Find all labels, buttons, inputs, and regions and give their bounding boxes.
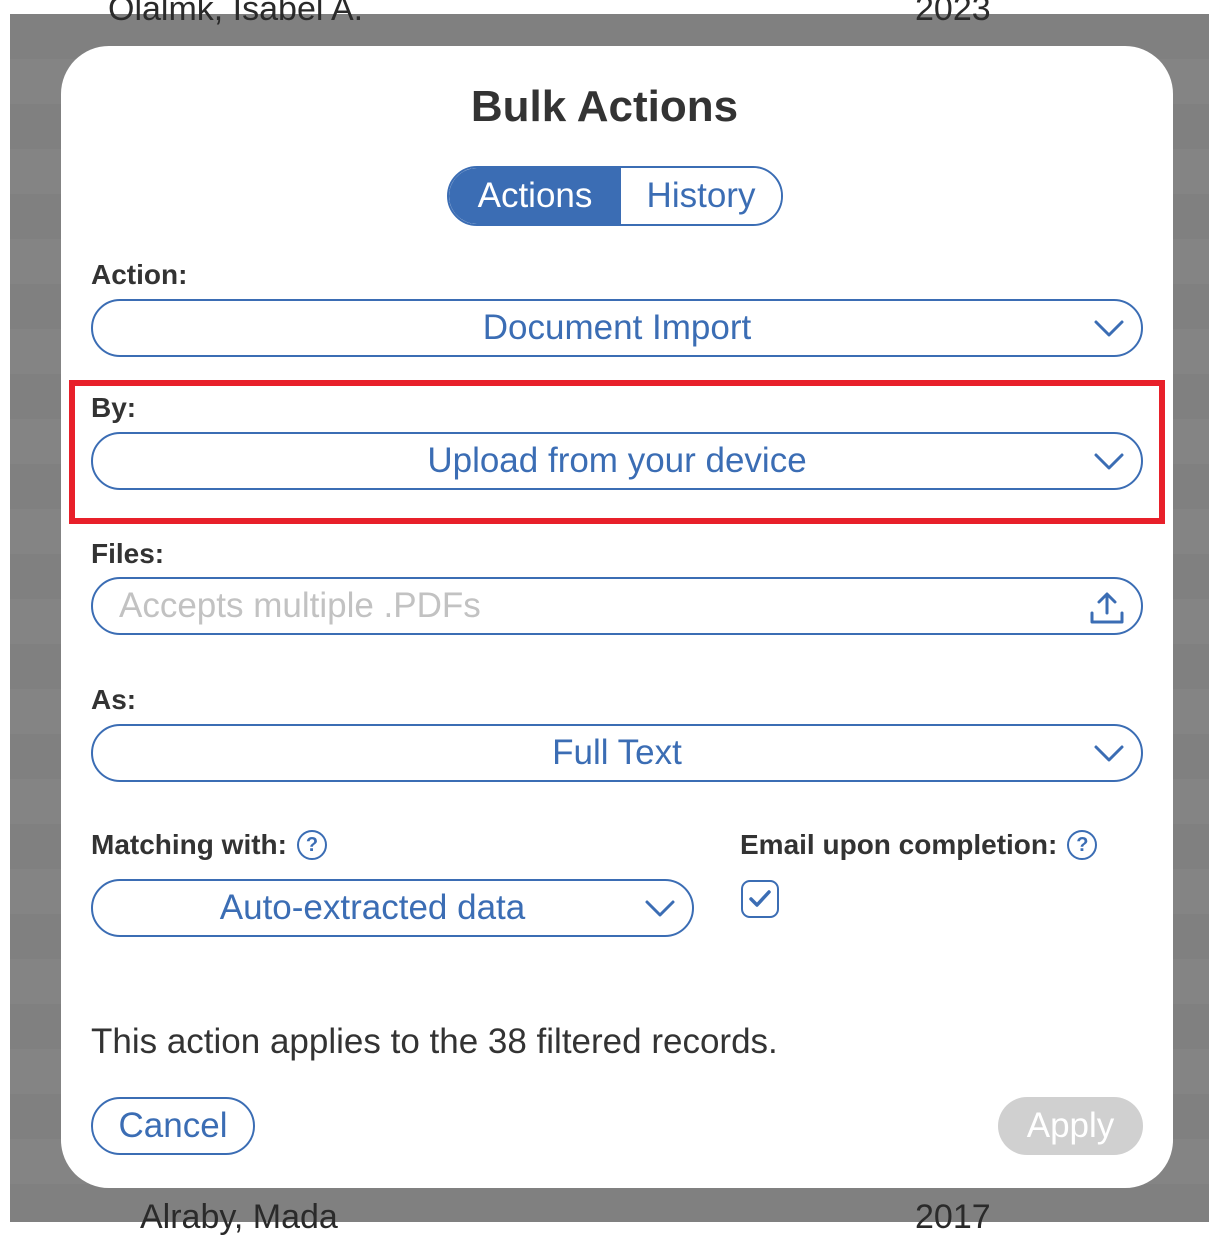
email-label: Email upon completion: ? <box>740 829 1098 861</box>
tab-actions[interactable]: Actions <box>449 168 621 224</box>
by-label: By: <box>91 392 137 423</box>
as-select[interactable]: Full Text <box>91 724 1143 782</box>
tab-history[interactable]: History <box>621 168 781 224</box>
help-icon[interactable]: ? <box>1067 830 1098 860</box>
background-row-name: Alraby, Mada <box>140 1198 338 1236</box>
files-placeholder: Accepts multiple .PDFs <box>119 586 481 625</box>
by-select-value: Upload from your device <box>427 441 807 480</box>
action-select-value: Document Import <box>482 308 752 347</box>
by-select[interactable]: Upload from your device <box>91 432 1143 490</box>
checkmark-icon <box>749 890 771 907</box>
action-label: Action: <box>91 259 188 290</box>
matching-select-value: Auto-extracted data <box>219 888 526 927</box>
background-row-name: Olalmk, Isabel A. <box>108 0 364 28</box>
action-select[interactable]: Document Import <box>91 299 1143 357</box>
chevron-down-icon <box>1094 320 1124 337</box>
help-icon[interactable]: ? <box>296 830 327 860</box>
matching-label: Matching with: ? <box>91 829 327 861</box>
upload-icon[interactable] <box>1089 591 1125 625</box>
filtered-records-info: This action applies to the 38 filtered r… <box>91 1022 778 1061</box>
matching-select[interactable]: Auto-extracted data <box>91 879 694 937</box>
files-input[interactable]: Accepts multiple .PDFs <box>91 577 1143 635</box>
email-label-text: Email upon completion: <box>740 829 1058 860</box>
chevron-down-icon <box>1094 745 1124 762</box>
actions-history-toggle: Actions History <box>447 166 783 226</box>
cancel-button[interactable]: Cancel <box>91 1097 255 1155</box>
files-label: Files: <box>91 538 165 569</box>
as-label: As: <box>91 684 137 715</box>
chevron-down-icon <box>1094 453 1124 470</box>
matching-label-text: Matching with: <box>91 829 287 860</box>
background-row-year: 2017 <box>915 1198 991 1236</box>
chevron-down-icon <box>645 900 675 917</box>
as-select-value: Full Text <box>552 733 682 772</box>
email-checkbox[interactable] <box>741 880 779 918</box>
background-row-year: 2023 <box>915 0 991 28</box>
dialog-title: Bulk Actions <box>470 82 739 131</box>
apply-button[interactable]: Apply <box>998 1097 1143 1155</box>
